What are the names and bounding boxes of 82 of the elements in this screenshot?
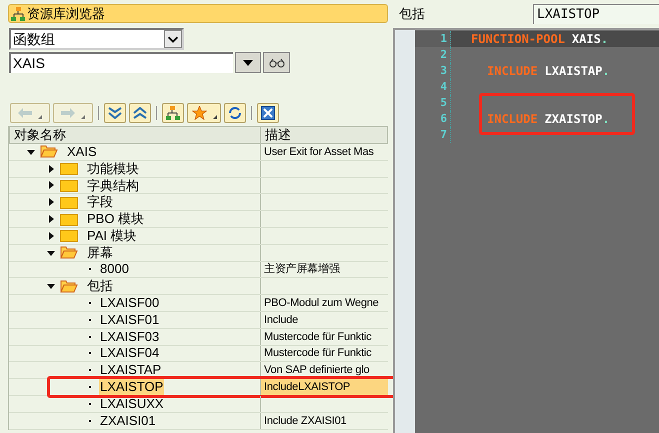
description-text: Include bbox=[264, 312, 298, 328]
collapse-triangle-icon[interactable] bbox=[47, 248, 55, 257]
folder-icon bbox=[60, 229, 78, 242]
program-name-field[interactable]: LXAISTOP bbox=[533, 4, 659, 24]
folder-icon bbox=[60, 162, 78, 176]
field-label: 包括 bbox=[398, 5, 426, 24]
description-text: Von SAP definierte glo bbox=[264, 363, 370, 378]
double-chevron-up-icon bbox=[133, 107, 147, 119]
collapse-all-button[interactable] bbox=[129, 103, 151, 123]
arrow-left-icon bbox=[18, 108, 32, 118]
code-editor[interactable]: 1 FUNCTION-POOL XAIS. 2 3 INCLUDE LXAISTAP. 4 5 6 INCLUDE ZXAISTOP. 7 bbox=[393, 28, 659, 433]
display-button[interactable] bbox=[263, 52, 290, 73]
expand-all-button[interactable] bbox=[104, 103, 126, 123]
hierarchy-icon bbox=[11, 6, 25, 20]
description-text: PBO-Modul zum Wegne bbox=[264, 296, 379, 311]
tree-item[interactable]: LXAISUXX bbox=[99, 396, 165, 412]
refresh-icon bbox=[228, 106, 242, 120]
column-header[interactable]: 对象名称 bbox=[10, 127, 261, 143]
expand-triangle-icon[interactable] bbox=[47, 181, 55, 190]
arrow-right-icon bbox=[61, 108, 75, 118]
open-folder-icon bbox=[60, 246, 78, 260]
object-type-dropdown[interactable]: 函数组 bbox=[9, 28, 184, 50]
line-number: 2 bbox=[415, 47, 451, 63]
line-number: 3 bbox=[415, 63, 451, 79]
tree-item[interactable]: 字段 bbox=[86, 194, 114, 210]
favorites-button[interactable] bbox=[187, 103, 221, 123]
line-number: 1 bbox=[415, 31, 451, 47]
dropdown-button[interactable] bbox=[235, 52, 261, 73]
description-text: Mustercode für Funktic bbox=[264, 330, 372, 345]
tree-item[interactable]: 包括 bbox=[86, 278, 114, 294]
tree-item[interactable]: PBO 模块 bbox=[86, 211, 146, 228]
column-header[interactable]: 描述 bbox=[261, 127, 387, 143]
expand-triangle-icon[interactable] bbox=[47, 215, 55, 224]
star-icon bbox=[192, 106, 206, 120]
open-folder-icon bbox=[60, 280, 78, 293]
chevron-down-icon bbox=[164, 30, 182, 48]
folder-icon bbox=[60, 196, 78, 209]
line-number: 6 bbox=[415, 111, 451, 127]
tree-item[interactable]: ZXAISI01 bbox=[99, 412, 157, 429]
description-text: User Exit for Asset Mas bbox=[264, 144, 374, 160]
glasses-icon bbox=[268, 58, 284, 68]
tree-item[interactable]: XAIS bbox=[66, 144, 98, 160]
folder-icon bbox=[60, 178, 78, 192]
dropdown-corner-icon bbox=[38, 115, 42, 119]
collapse-triangle-icon[interactable] bbox=[27, 148, 35, 156]
expand-triangle-icon[interactable] bbox=[47, 232, 55, 240]
tree-item[interactable]: LXAISF04 bbox=[99, 345, 160, 362]
dropdown-corner-icon bbox=[212, 115, 216, 119]
hierarchy-icon bbox=[166, 106, 180, 120]
caret-down-icon bbox=[243, 60, 253, 66]
hierarchy-button[interactable] bbox=[162, 103, 184, 123]
tree-item[interactable]: LXAISTOP bbox=[99, 379, 164, 396]
object-name-field[interactable]: XAIS bbox=[9, 52, 233, 73]
tree-item[interactable]: 功能模块 bbox=[86, 160, 140, 177]
tree-item[interactable]: LXAISF03 bbox=[99, 328, 160, 345]
description-text: Include ZXAISI01 bbox=[264, 414, 346, 429]
line-number: 7 bbox=[415, 127, 451, 143]
description-text: IncludeLXAISTOP bbox=[264, 380, 350, 395]
window-title: 资源库浏览器 bbox=[27, 4, 105, 23]
expand-triangle-icon[interactable] bbox=[47, 164, 55, 173]
collapse-triangle-icon[interactable] bbox=[47, 282, 55, 290]
line-number: 4 bbox=[415, 79, 451, 95]
tree-item[interactable]: 屏幕 bbox=[86, 244, 114, 261]
close-icon bbox=[261, 106, 275, 120]
tree-item[interactable]: PAI 模块 bbox=[86, 228, 138, 244]
tree-item[interactable]: LXAISTAP bbox=[99, 362, 162, 378]
tree-item[interactable]: 字典结构 bbox=[86, 178, 140, 194]
description-text: Mustercode für Funktic bbox=[264, 346, 372, 362]
folder-icon bbox=[60, 212, 78, 226]
code-line: INCLUDE LXAISTAP. bbox=[486, 63, 611, 79]
tree-item[interactable]: LXAISF01 bbox=[99, 312, 160, 328]
code-line: INCLUDE ZXAISTOP. bbox=[486, 111, 611, 127]
tree-item[interactable]: LXAISF00 bbox=[99, 295, 160, 312]
line-number: 5 bbox=[415, 95, 451, 111]
description-text: 主资产屏幕增强 bbox=[264, 262, 340, 278]
refresh-button[interactable] bbox=[224, 103, 246, 123]
open-folder-icon bbox=[40, 145, 58, 158]
dropdown-corner-icon bbox=[81, 115, 85, 119]
expand-triangle-icon[interactable] bbox=[47, 198, 55, 206]
close-button[interactable] bbox=[257, 103, 279, 123]
double-chevron-down-icon bbox=[108, 107, 122, 119]
tree-item[interactable]: 8000 bbox=[99, 261, 130, 278]
